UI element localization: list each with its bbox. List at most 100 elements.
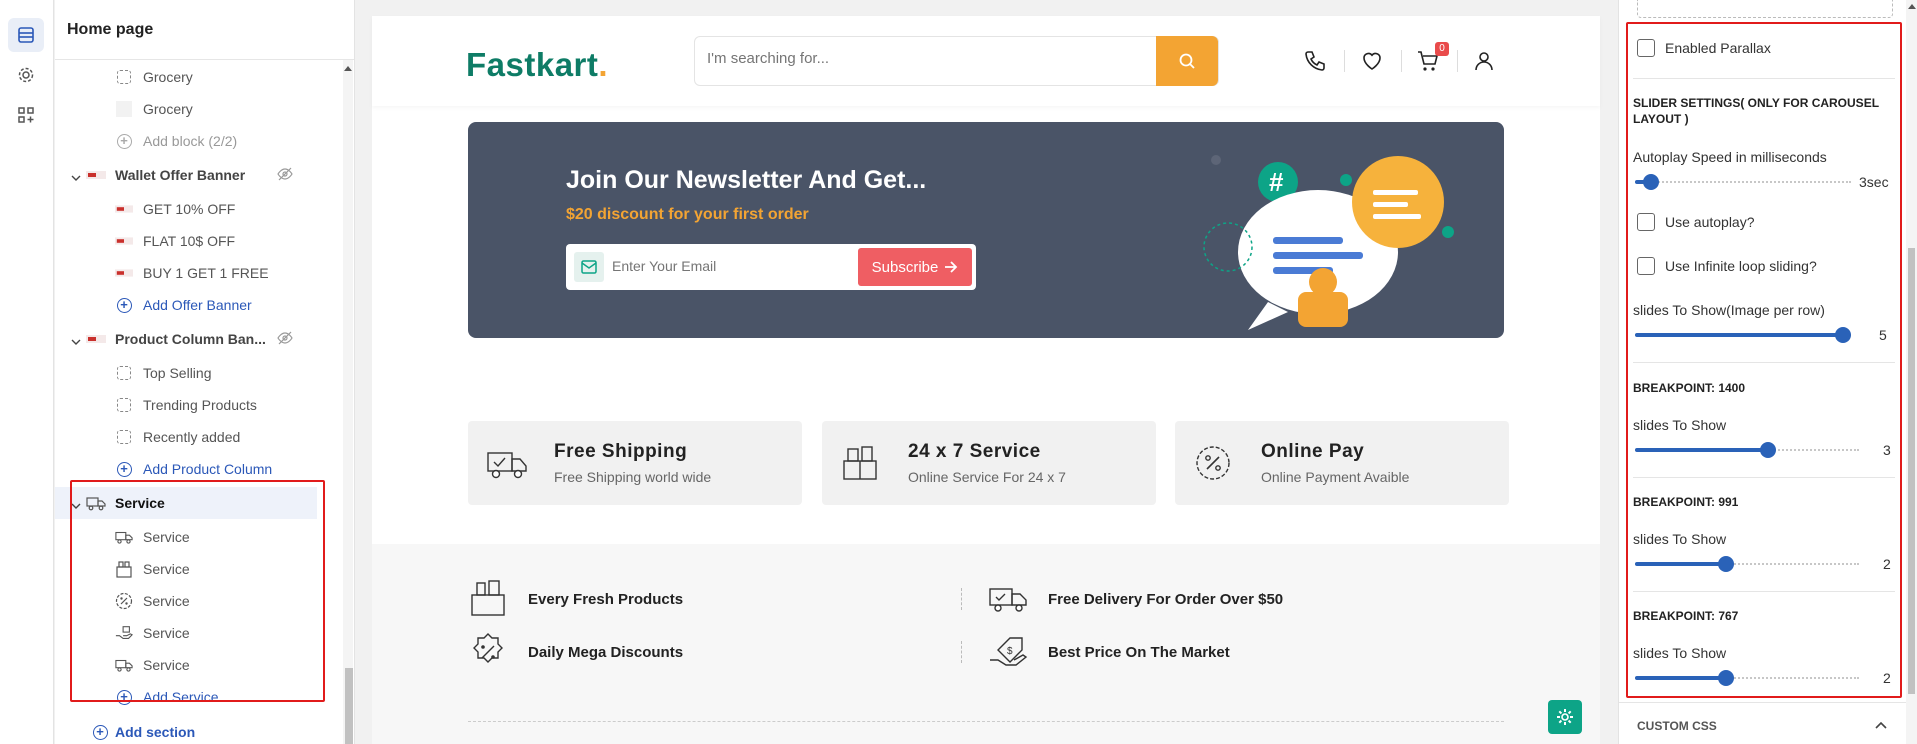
- feature-divider: [961, 641, 962, 663]
- section-item[interactable]: Wallet Offer Banner: [55, 159, 325, 191]
- feature-item: Daily Mega Discounts: [468, 632, 683, 672]
- highlight-service-section: [70, 480, 325, 702]
- hidden-eye-icon[interactable]: [277, 167, 293, 184]
- truck-icon: [486, 443, 528, 483]
- add-circle-icon: +: [115, 132, 133, 150]
- scroll-up-icon[interactable]: [1907, 2, 1917, 10]
- service-box: 24 x 7 Service Online Service For 24 x 7: [822, 421, 1156, 505]
- add-block-button[interactable]: + Add Offer Banner: [55, 289, 325, 321]
- block-item[interactable]: Grocery: [55, 61, 325, 93]
- section-thumbnail-icon: [85, 328, 107, 350]
- header-divider: [1344, 50, 1345, 72]
- heart-icon[interactable]: [1359, 48, 1385, 74]
- service-title: Online Pay: [1261, 441, 1365, 462]
- chevron-down-icon[interactable]: [71, 169, 83, 181]
- header-divider: [1401, 50, 1402, 72]
- feature-label: Every Fresh Products: [528, 590, 684, 608]
- add-circle-icon: +: [91, 723, 109, 741]
- block-placeholder-icon: [115, 428, 133, 446]
- service-title: 24 x 7 Service: [908, 441, 1041, 462]
- drop-zone: [1637, 0, 1893, 18]
- service-title: Free Shipping: [554, 441, 688, 462]
- sidebar-title: Home page: [55, 0, 354, 60]
- section-thumbnail-icon: [85, 164, 107, 186]
- features-bottom-line: [468, 721, 1504, 722]
- subscribe-button[interactable]: Subscribe: [858, 248, 972, 286]
- thumb-icon: [115, 232, 133, 250]
- store-logo[interactable]: Fastkart.: [466, 46, 608, 84]
- gear-icon[interactable]: [8, 58, 44, 92]
- delivery-truck-icon: [988, 579, 1028, 619]
- phone-icon[interactable]: [1302, 48, 1328, 74]
- newsletter-form: Subscribe: [566, 244, 976, 290]
- search-bar: [694, 36, 1219, 86]
- arrow-right-icon: [945, 261, 958, 273]
- block-placeholder-icon: [115, 364, 133, 382]
- highlight-slider-settings: [1626, 22, 1902, 698]
- service-subtitle: Online Payment Avaible: [1261, 469, 1410, 485]
- custom-css-label[interactable]: CUSTOM CSS: [1637, 718, 1717, 734]
- separator: [1619, 702, 1917, 703]
- feature-label: Best Price On The Market: [1048, 643, 1230, 661]
- feature-item: Every Fresh Products: [468, 579, 683, 619]
- feature-item: $ Best Price On The Market: [988, 632, 1230, 672]
- chevron-up-icon[interactable]: [1875, 721, 1887, 729]
- service-subtitle: Free Shipping world wide: [554, 469, 712, 485]
- block-item[interactable]: Top Selling: [55, 357, 325, 389]
- gear-icon: [1557, 709, 1573, 725]
- svg-text:$: $: [1007, 646, 1013, 657]
- block-item[interactable]: Grocery: [55, 93, 325, 125]
- package-icon: [840, 443, 882, 483]
- feature-label: Free Delivery For Order Over $50: [1048, 590, 1284, 608]
- icon-rail: [0, 0, 54, 744]
- add-section-button[interactable]: + Add section: [55, 716, 325, 744]
- search-input[interactable]: [707, 50, 1107, 67]
- mail-icon: [574, 252, 604, 282]
- email-input[interactable]: [612, 258, 842, 274]
- user-icon[interactable]: [1471, 48, 1497, 74]
- block-placeholder-icon: [115, 68, 133, 86]
- hidden-eye-icon[interactable]: [277, 331, 293, 348]
- apps-icon[interactable]: [8, 98, 44, 132]
- block-item[interactable]: GET 10% OFF: [55, 193, 325, 225]
- thumb-icon: [115, 264, 133, 282]
- add-circle-icon: +: [115, 296, 133, 314]
- service-subtitle: Online Service For 24 x 7: [908, 469, 1066, 485]
- block-item[interactable]: Recently added: [55, 421, 325, 453]
- chevron-down-icon[interactable]: [71, 333, 83, 345]
- add-circle-icon: +: [115, 460, 133, 478]
- grocery-box-icon: [468, 579, 508, 619]
- thumb-icon: [115, 200, 133, 218]
- sidebar-scrollbar[interactable]: [343, 60, 353, 744]
- feature-item: Free Delivery For Order Over $50: [988, 579, 1283, 619]
- service-box: Online Pay Online Payment Avaible: [1175, 421, 1509, 505]
- svg-text:#: #: [1269, 167, 1284, 197]
- storefront-preview: Fastkart. 0 #: [372, 16, 1600, 744]
- newsletter-banner: # Join Our Newsletter And Get... $20 dis…: [468, 122, 1504, 338]
- add-block-button: + Add block (2/2): [55, 125, 325, 157]
- cart-count-badge: 0: [1435, 42, 1449, 56]
- settings-gear-button[interactable]: [1548, 700, 1582, 734]
- feature-divider: [961, 588, 962, 610]
- newsletter-illustration: #: [1203, 155, 1454, 330]
- settings-scroll-thumb[interactable]: [1908, 248, 1915, 694]
- price-tag-icon: $: [988, 632, 1028, 672]
- sidebar-scroll-thumb[interactable]: [345, 668, 353, 744]
- header-divider: [1457, 50, 1458, 72]
- block-item[interactable]: Trending Products: [55, 389, 325, 421]
- percent-badge-icon: [1193, 443, 1235, 483]
- newsletter-title: Join Our Newsletter And Get...: [566, 166, 927, 194]
- section-item[interactable]: Product Column Ban...: [55, 323, 325, 355]
- feature-label: Daily Mega Discounts: [528, 643, 684, 661]
- block-item[interactable]: FLAT 10$ OFF: [55, 225, 325, 257]
- block-item[interactable]: BUY 1 GET 1 FREE: [55, 257, 325, 289]
- blank-thumbnail-icon: [115, 100, 133, 118]
- newsletter-subtitle: $20 discount for your first order: [566, 206, 809, 223]
- search-icon: [1179, 53, 1195, 69]
- store-header: Fastkart. 0: [372, 16, 1600, 106]
- scroll-up-icon[interactable]: [343, 64, 353, 72]
- sections-icon[interactable]: [8, 18, 44, 52]
- search-button[interactable]: [1156, 36, 1218, 86]
- discount-badge-icon: [468, 632, 508, 672]
- service-box: Free Shipping Free Shipping world wide: [468, 421, 802, 505]
